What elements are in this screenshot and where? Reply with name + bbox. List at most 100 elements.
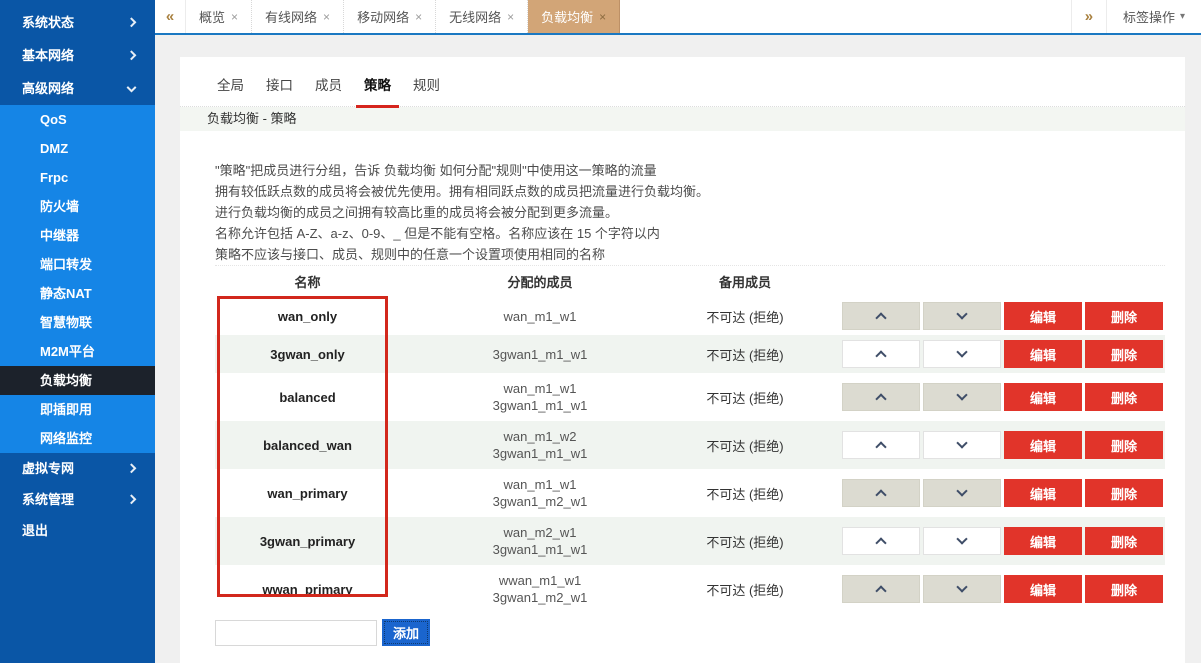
- section-tab-接口[interactable]: 接口: [256, 74, 303, 106]
- move-up-button[interactable]: [842, 431, 920, 459]
- chevron-up-icon: [875, 393, 886, 404]
- close-icon[interactable]: ×: [323, 10, 330, 24]
- delete-button[interactable]: 删除: [1085, 383, 1163, 411]
- delete-button[interactable]: 删除: [1085, 431, 1163, 459]
- close-icon[interactable]: ×: [415, 10, 422, 24]
- edit-button[interactable]: 编辑: [1004, 527, 1082, 555]
- description-line: 拥有较低跃点数的成员将会被优先使用。拥有相同跃点数的成员把流量进行负载均衡。: [215, 181, 1185, 202]
- sidebar-item-系统状态[interactable]: 系统状态: [0, 6, 155, 39]
- column-header-backup: 备用成员: [680, 272, 810, 291]
- chevron-up-icon: [875, 537, 886, 548]
- sidebar-item-虚拟专网[interactable]: 虚拟专网: [0, 453, 155, 484]
- chevron-up-icon: [875, 312, 886, 323]
- sidebar-item-M2M平台[interactable]: M2M平台: [0, 337, 155, 366]
- new-policy-name-input[interactable]: [215, 620, 377, 646]
- sidebar-item-智慧物联[interactable]: 智慧物联: [0, 308, 155, 337]
- table-row: wan_onlywan_m1_w1不可达 (拒绝)编辑删除: [215, 297, 1165, 335]
- edit-button[interactable]: 编辑: [1004, 431, 1082, 459]
- tab-概览[interactable]: 概览×: [186, 0, 252, 33]
- tab-actions-label: 标签操作: [1123, 7, 1175, 26]
- move-down-button[interactable]: [923, 527, 1001, 555]
- move-down-button[interactable]: [923, 383, 1001, 411]
- add-button[interactable]: 添加: [382, 619, 430, 646]
- scroll-tabs-left-button[interactable]: «: [155, 0, 186, 33]
- edit-button[interactable]: 编辑: [1004, 340, 1082, 368]
- move-down-button[interactable]: [923, 302, 1001, 330]
- sidebar-item-静态NAT[interactable]: 静态NAT: [0, 279, 155, 308]
- tab-actions-dropdown[interactable]: 标签操作 ▾: [1107, 0, 1201, 33]
- close-icon[interactable]: ×: [599, 10, 606, 24]
- row-actions: 编辑删除: [842, 302, 1163, 330]
- sidebar-item-DMZ[interactable]: DMZ: [0, 134, 155, 163]
- policy-name: 3gwan_primary: [215, 534, 400, 549]
- delete-button[interactable]: 删除: [1085, 479, 1163, 507]
- section-tab-策略[interactable]: 策略: [354, 74, 401, 106]
- row-actions: 编辑删除: [842, 479, 1163, 507]
- sidebar-item-端口转发[interactable]: 端口转发: [0, 250, 155, 279]
- tab-label: 无线网络: [449, 7, 501, 26]
- chevron-up-icon: [875, 441, 886, 452]
- table-header-row: 名称 分配的成员 备用成员: [215, 265, 1165, 297]
- move-up-button[interactable]: [842, 302, 920, 330]
- member-name: wan_m1_w1: [400, 308, 680, 325]
- tab-移动网络[interactable]: 移动网络×: [344, 0, 436, 33]
- delete-button[interactable]: 删除: [1085, 575, 1163, 603]
- move-down-button[interactable]: [923, 340, 1001, 368]
- move-down-button[interactable]: [923, 575, 1001, 603]
- tab-有线网络[interactable]: 有线网络×: [252, 0, 344, 33]
- policy-name: balanced: [215, 390, 400, 405]
- section-tab-规则[interactable]: 规则: [403, 74, 450, 106]
- table-row: balancedwan_m1_w13gwan1_m1_w1不可达 (拒绝)编辑删…: [215, 373, 1165, 421]
- tab-负载均衡[interactable]: 负载均衡×: [528, 0, 620, 33]
- edit-button[interactable]: 编辑: [1004, 479, 1082, 507]
- sidebar-item-负载均衡[interactable]: 负载均衡: [0, 366, 155, 395]
- chevron-down-icon: [956, 533, 967, 544]
- delete-button[interactable]: 删除: [1085, 302, 1163, 330]
- chevron-down-icon: [956, 389, 967, 400]
- sidebar-item-Frpc[interactable]: Frpc: [0, 163, 155, 192]
- tab-无线网络[interactable]: 无线网络 ×: [436, 0, 528, 33]
- description-line: 策略不应该与接口、成员、规则中的任意一个设置项使用相同的名称: [215, 244, 1185, 265]
- edit-button[interactable]: 编辑: [1004, 383, 1082, 411]
- move-up-button[interactable]: [842, 527, 920, 555]
- close-icon[interactable]: ×: [231, 10, 238, 24]
- description-line: "策略"把成员进行分组，告诉 负载均衡 如何分配"规则"中使用这一策略的流量: [215, 160, 1185, 181]
- section-tabs: 全局接口成员策略规则: [180, 57, 1185, 107]
- scroll-tabs-right-button[interactable]: »: [1071, 0, 1107, 33]
- move-up-button[interactable]: [842, 383, 920, 411]
- add-policy-row: 添加: [215, 619, 1185, 646]
- sidebar-item-基本网络[interactable]: 基本网络: [0, 39, 155, 72]
- chevron-down-icon: [956, 437, 967, 448]
- edit-button[interactable]: 编辑: [1004, 575, 1082, 603]
- delete-button[interactable]: 删除: [1085, 340, 1163, 368]
- tabbar-spacer: [620, 0, 1071, 33]
- sidebar-item-系统管理[interactable]: 系统管理: [0, 484, 155, 515]
- delete-button[interactable]: 删除: [1085, 527, 1163, 555]
- sidebar-item-网络监控[interactable]: 网络监控: [0, 424, 155, 453]
- policy-name: wan_only: [215, 309, 400, 324]
- policy-members: wan_m1_w1: [400, 308, 680, 325]
- sidebar-item-防火墙[interactable]: 防火墙: [0, 192, 155, 221]
- sidebar-submenu: QoSDMZFrpc防火墙中继器端口转发静态NAT智慧物联M2M平台负载均衡即插…: [0, 105, 155, 453]
- sidebar-item-中继器[interactable]: 中继器: [0, 221, 155, 250]
- sidebar-item-退出[interactable]: 退出: [0, 515, 155, 546]
- edit-button[interactable]: 编辑: [1004, 302, 1082, 330]
- backup-member: 不可达 (拒绝): [680, 580, 810, 599]
- sidebar-item-QoS[interactable]: QoS: [0, 105, 155, 134]
- member-name: wan_m2_w1: [400, 524, 680, 541]
- table-row: 3gwan_only3gwan1_m1_w1不可达 (拒绝)编辑删除: [215, 335, 1165, 373]
- sidebar-item-高级网络[interactable]: 高级网络: [0, 72, 155, 105]
- row-actions: 编辑删除: [842, 383, 1163, 411]
- chevron-right-icon: [127, 17, 137, 27]
- move-down-button[interactable]: [923, 431, 1001, 459]
- member-name: 3gwan1_m2_w1: [400, 493, 680, 510]
- move-down-button[interactable]: [923, 479, 1001, 507]
- move-up-button[interactable]: [842, 479, 920, 507]
- section-tab-全局[interactable]: 全局: [207, 74, 254, 106]
- move-up-button[interactable]: [842, 575, 920, 603]
- section-tab-成员[interactable]: 成员: [305, 74, 352, 106]
- sidebar-item-即插即用[interactable]: 即插即用: [0, 395, 155, 424]
- row-actions: 编辑删除: [842, 527, 1163, 555]
- move-up-button[interactable]: [842, 340, 920, 368]
- close-icon[interactable]: ×: [507, 10, 514, 24]
